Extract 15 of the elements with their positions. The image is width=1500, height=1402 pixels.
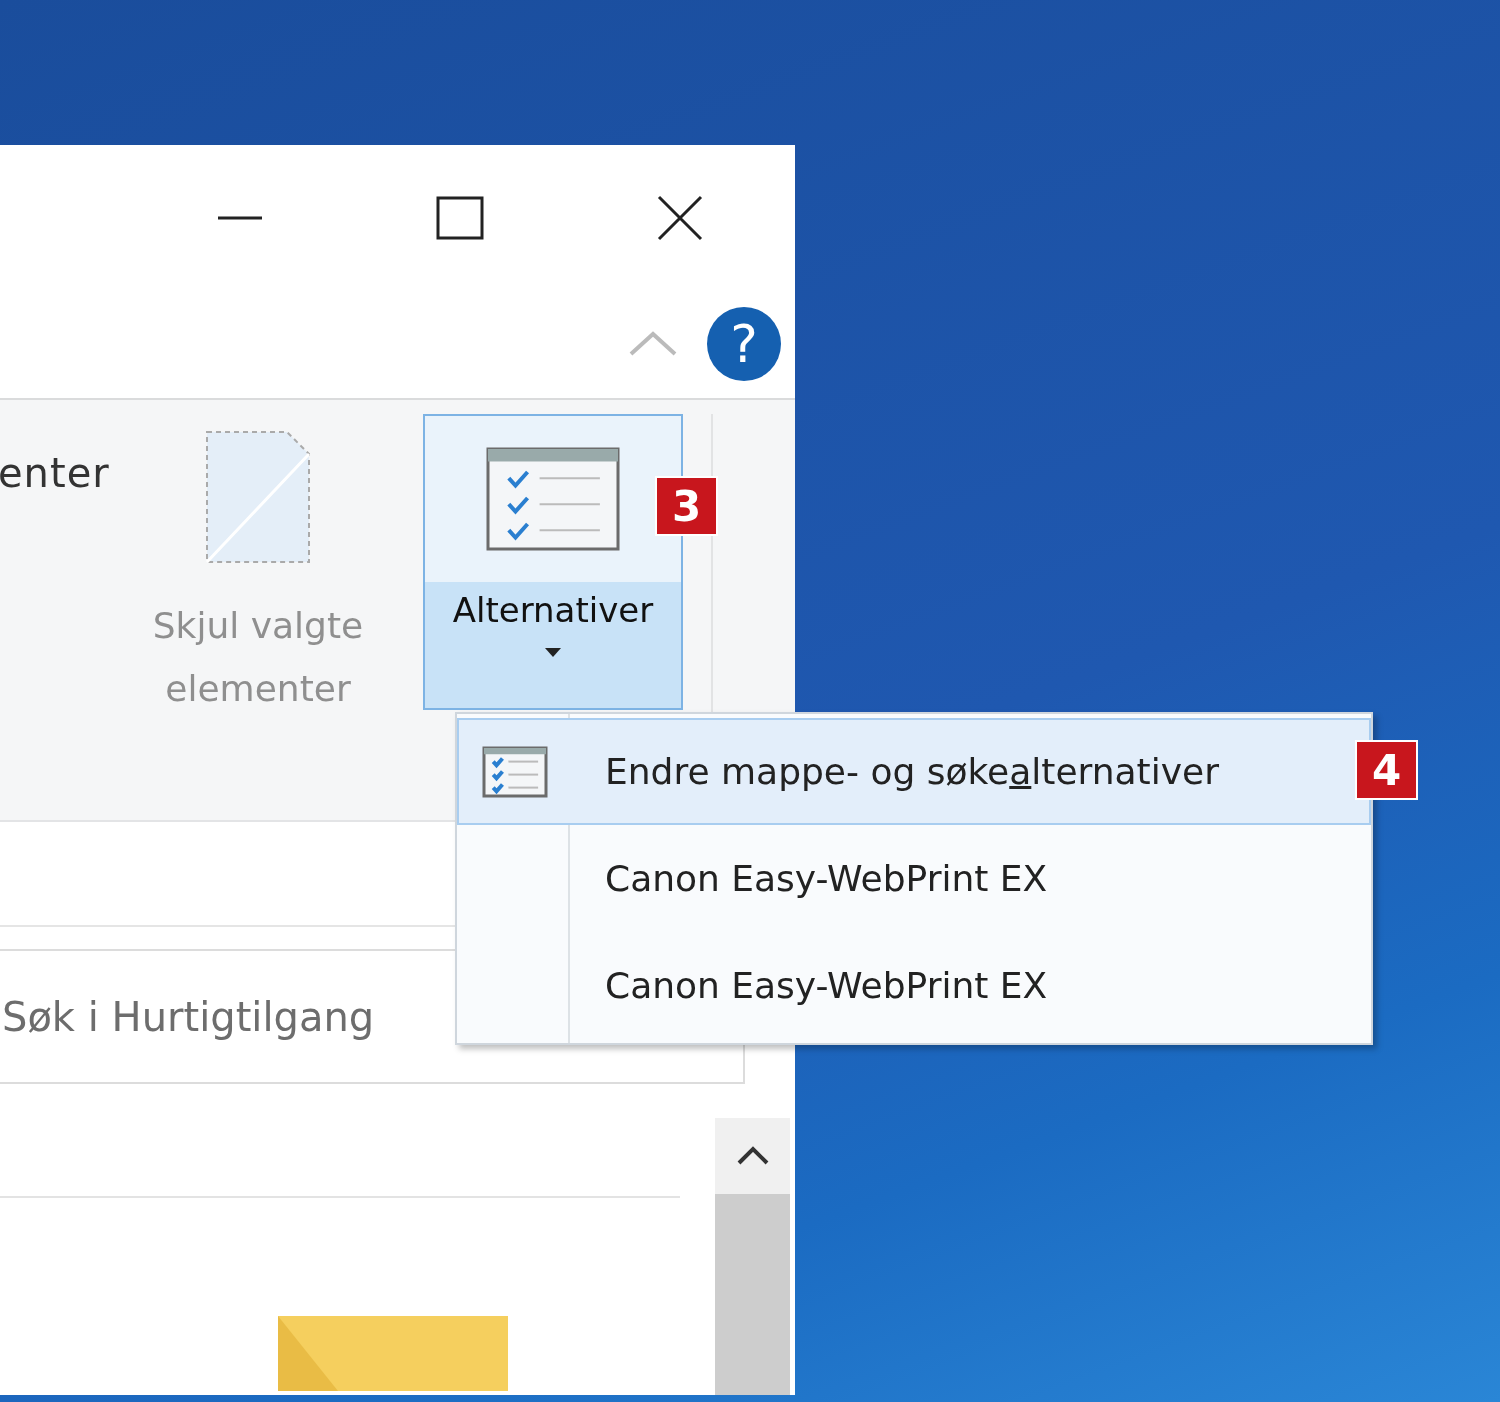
number-badge: 4 — [1355, 740, 1418, 800]
help-button[interactable]: ? — [707, 307, 781, 381]
scroll-up-icon[interactable] — [736, 1145, 769, 1167]
caret-icon — [545, 648, 561, 657]
number-badge: 3 — [655, 476, 718, 536]
maximize-icon[interactable] — [436, 195, 484, 240]
close-icon[interactable] — [657, 194, 703, 241]
menu-item[interactable]: Canon Easy-WebPrint EX — [457, 825, 1371, 932]
menu-item[interactable]: Endre mappe- og søkealternativer — [457, 718, 1371, 825]
ribbon-label: enter — [0, 450, 111, 496]
minimize-icon[interactable] — [218, 215, 262, 220]
checklist-icon — [486, 447, 620, 551]
page-icon — [205, 430, 311, 564]
checklist-icon — [481, 745, 548, 798]
scrollbar[interactable] — [715, 1118, 790, 1395]
